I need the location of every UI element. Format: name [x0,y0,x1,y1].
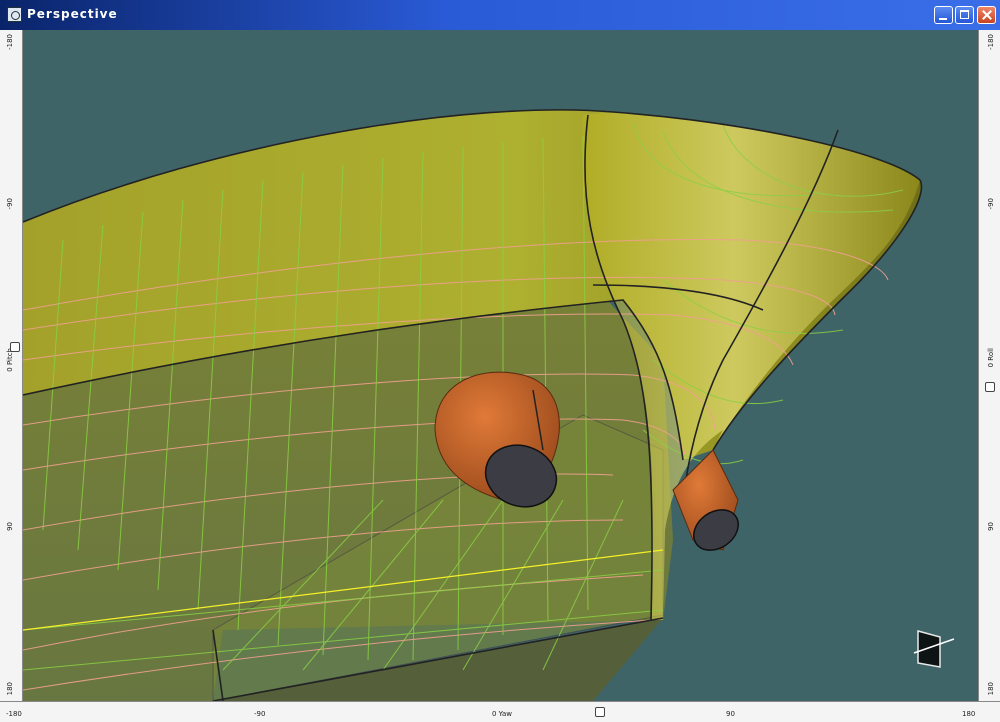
yaw-slider-handle[interactable] [595,707,605,717]
roll-slider-handle[interactable] [985,382,995,392]
title-bar[interactable]: Perspective [0,0,1000,30]
roll-tick: 90 [987,522,995,531]
roll-tick: -180 [987,34,995,50]
yaw-tick: 180 [962,710,976,718]
maximize-button[interactable] [955,6,974,24]
pitch-tick: -180 [6,34,14,50]
yaw-tick: -90 [254,710,266,718]
roll-tick: 0 Roll [987,348,995,368]
perspective-viewport[interactable] [23,30,978,701]
pitch-tick: -90 [6,198,14,210]
app-icon[interactable] [7,7,22,22]
pitch-slider-handle[interactable] [10,342,20,352]
window-title: Perspective [27,7,118,21]
yaw-tick: -180 [6,710,22,718]
yaw-tick: 90 [726,710,735,718]
yaw-tick: 0 Yaw [492,710,513,718]
yaw-ruler[interactable]: -180 -90 0 Yaw 90 180 [0,701,1000,722]
roll-tick: 180 [987,682,995,696]
close-button[interactable] [977,6,996,24]
view-orientation-icon[interactable] [908,625,958,675]
pitch-tick: 90 [6,522,14,531]
pitch-ruler[interactable]: -180 -90 0 Pitch 90 180 [0,30,23,701]
hull-model [23,109,923,701]
pitch-tick: 180 [6,682,14,696]
roll-tick: -90 [987,198,995,210]
minimize-button[interactable] [934,6,953,24]
roll-ruler[interactable]: -180 -90 0 Roll 90 180 [978,30,1000,701]
perspective-window: Perspective -180 -90 0 Pitch 90 180 -180… [0,0,1000,722]
